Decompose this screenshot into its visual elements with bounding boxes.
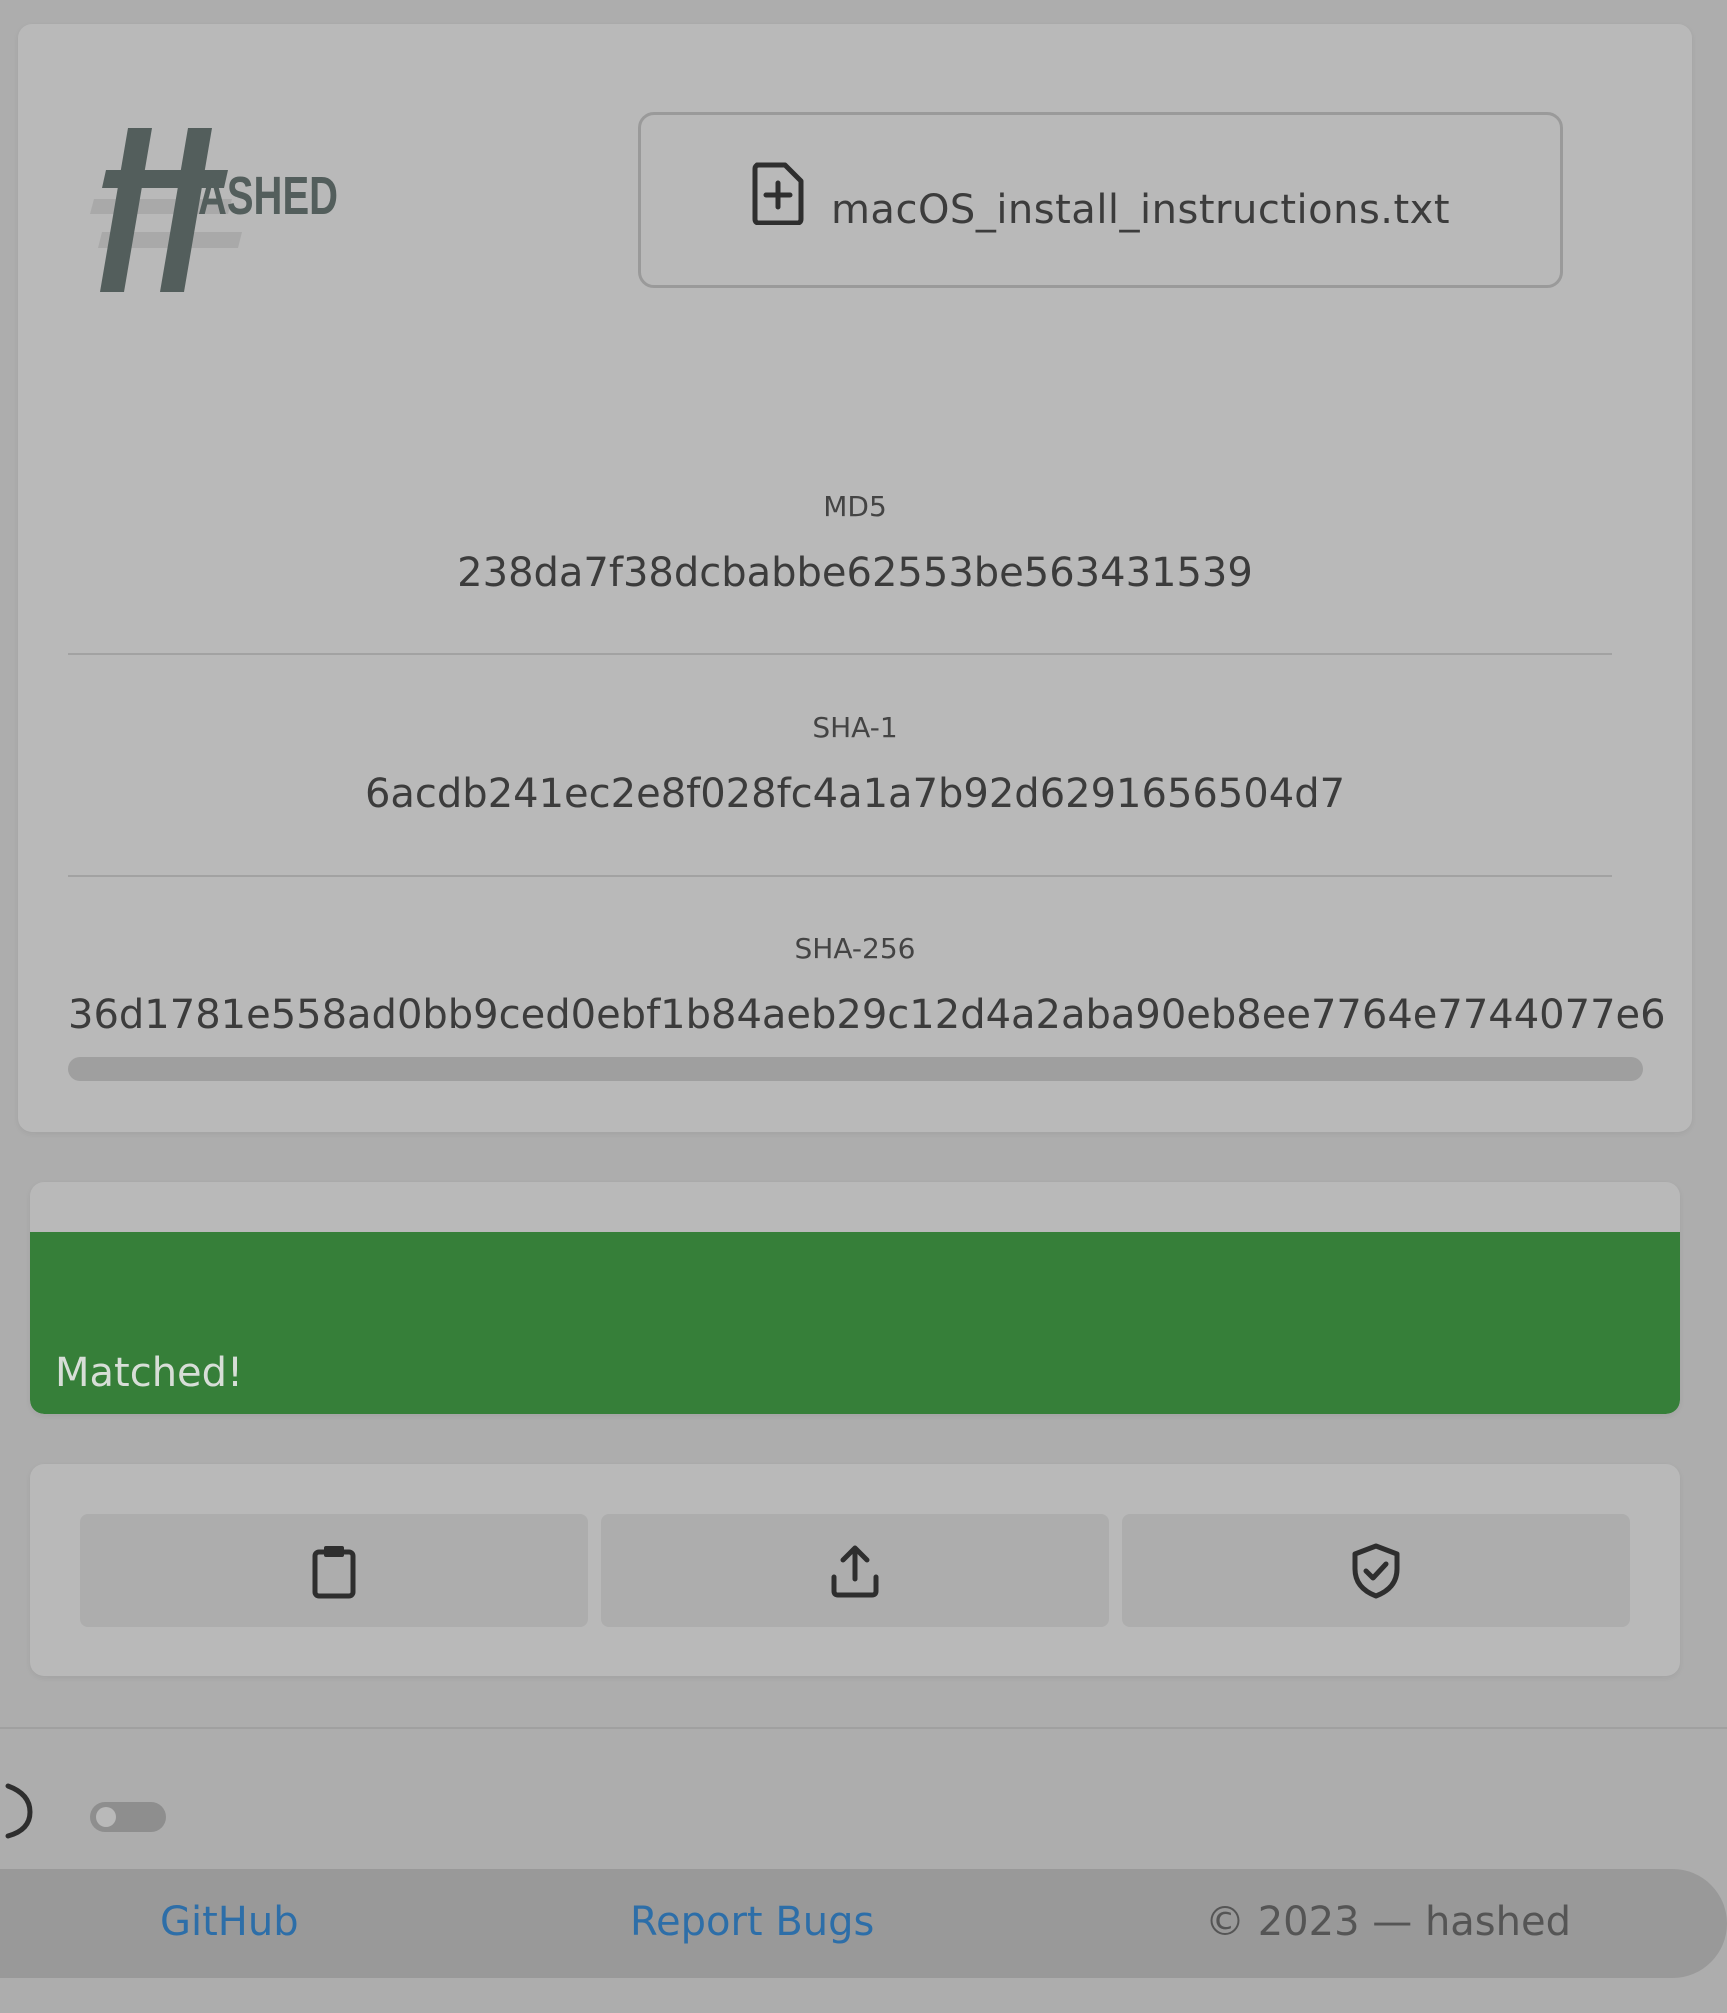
copy-button[interactable]	[80, 1514, 588, 1627]
github-link[interactable]: GitHub	[160, 1899, 299, 1945]
md5-value[interactable]: 238da7f38dcbabbe62553be563431539	[18, 550, 1692, 596]
actions-card	[30, 1464, 1680, 1676]
match-card: Matched!	[30, 1182, 1680, 1414]
sha1-label: SHA-1	[812, 711, 898, 744]
sha256-label: SHA-256	[794, 932, 916, 965]
match-status-banner: Matched!	[30, 1232, 1680, 1414]
shield-check-icon	[1352, 1543, 1400, 1598]
divider	[68, 875, 1612, 877]
sha256-value[interactable]: 36d1781e558ad0bb9ced0ebf1b84aeb29c12d4a2…	[68, 992, 1666, 1038]
file-plus-icon	[752, 162, 804, 225]
hash-results-card: ASHED macOS_install_instructions.txt MD5…	[18, 24, 1692, 1132]
moon-icon	[5, 1783, 33, 1839]
copyright-text: © 2023 — hashed	[1205, 1899, 1571, 1945]
horizontal-scrollbar[interactable]	[68, 1057, 1643, 1081]
footer-divider	[0, 1727, 1727, 1729]
dark-mode-toggle[interactable]	[90, 1802, 166, 1832]
clipboard-icon	[312, 1545, 356, 1598]
md5-label: MD5	[823, 490, 887, 523]
verify-button[interactable]	[1122, 1514, 1630, 1627]
sha1-value[interactable]: 6acdb241ec2e8f028fc4a1a7b92d6291656504d7	[18, 771, 1692, 817]
share-button[interactable]	[601, 1514, 1109, 1627]
file-select-button[interactable]: macOS_install_instructions.txt	[638, 112, 1563, 288]
file-name: macOS_install_instructions.txt	[830, 187, 1451, 233]
logo-text: ASHED	[198, 166, 338, 226]
hashed-logo: ASHED	[90, 128, 338, 292]
report-bugs-link[interactable]: Report Bugs	[630, 1899, 874, 1945]
toggle-knob	[96, 1807, 116, 1827]
divider	[68, 653, 1612, 655]
upload-icon	[831, 1545, 879, 1597]
match-status-text: Matched!	[55, 1350, 244, 1396]
